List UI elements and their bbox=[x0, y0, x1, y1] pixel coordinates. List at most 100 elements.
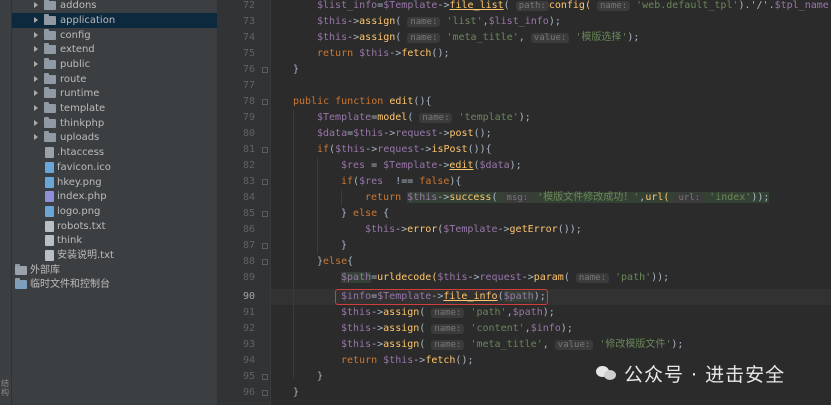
code-line-81: if($this->request->isPost()){ bbox=[317, 144, 492, 155]
line-number: 86 bbox=[242, 224, 255, 235]
structure-tab-label[interactable]: 结构 bbox=[1, 379, 10, 397]
fold-marker-icon[interactable] bbox=[262, 374, 268, 380]
fold-marker-icon[interactable] bbox=[262, 390, 268, 396]
code-line-88: }else{ bbox=[317, 256, 354, 267]
line-number: 85 bbox=[242, 208, 255, 219]
chevron-right-icon[interactable] bbox=[34, 134, 38, 140]
line-number: 72 bbox=[242, 0, 255, 11]
text-file-icon bbox=[45, 250, 54, 261]
tree-item-hkey[interactable]: hkey.png bbox=[12, 175, 217, 190]
fold-marker-icon[interactable] bbox=[262, 67, 268, 73]
indent-guide bbox=[341, 190, 342, 206]
code-line-92: $this->assign( name: 'content',$info); bbox=[341, 323, 573, 334]
chevron-right-icon[interactable] bbox=[34, 2, 38, 8]
code-line-79: $Template=model( name: 'template'); bbox=[317, 112, 531, 123]
code-line-74: $this->assign( name: 'meta_title', value… bbox=[317, 32, 640, 43]
fold-marker-icon[interactable] bbox=[262, 243, 268, 249]
text-file-icon bbox=[45, 235, 54, 246]
folder-icon bbox=[44, 58, 56, 69]
indent-guide bbox=[293, 110, 294, 378]
tree-item-label: route bbox=[60, 74, 87, 85]
left-tool-strip: 结构 bbox=[0, 0, 12, 405]
tree-item-runtime[interactable]: runtime bbox=[12, 86, 217, 101]
code-line-87: } bbox=[341, 240, 348, 251]
tree-item-scratches[interactable]: 临时文件和控制台 bbox=[12, 277, 217, 292]
watermark: 公众号 · 进击安全 bbox=[596, 360, 785, 386]
tree-item-label: think bbox=[57, 235, 83, 246]
code-line-85: } else { bbox=[341, 208, 390, 219]
line-number: 89 bbox=[242, 272, 255, 283]
chevron-right-icon[interactable] bbox=[34, 105, 38, 111]
tree-item-label: runtime bbox=[60, 88, 100, 99]
tree-item-index-php[interactable]: index.php bbox=[12, 189, 217, 204]
image-file-icon bbox=[45, 162, 54, 173]
chevron-right-icon[interactable] bbox=[34, 76, 38, 82]
tree-item-application[interactable]: application bbox=[12, 13, 217, 28]
tree-item-favicon[interactable]: favicon.ico bbox=[12, 160, 217, 175]
chevron-right-icon[interactable] bbox=[34, 90, 38, 96]
scratches-icon bbox=[15, 278, 27, 289]
line-number: 77 bbox=[242, 80, 255, 91]
annotation-highlight-box bbox=[335, 289, 548, 305]
tree-item-logo[interactable]: logo.png bbox=[12, 204, 217, 219]
code-line-95: } bbox=[317, 371, 324, 382]
code-line-86: $this->error($Template->getError()); bbox=[365, 224, 582, 235]
tree-item-htaccess[interactable]: .htaccess bbox=[12, 145, 217, 160]
line-number: 76 bbox=[242, 64, 255, 75]
folder-icon bbox=[44, 43, 56, 54]
tree-item-label: logo.png bbox=[57, 206, 101, 217]
tree-item-label: addons bbox=[60, 0, 97, 11]
fold-marker-icon[interactable] bbox=[262, 211, 268, 217]
tree-item-label: thinkphp bbox=[60, 118, 105, 129]
code-line-89: $path=urldecode($this->request->param( n… bbox=[341, 272, 670, 283]
code-editor[interactable]: $list_info=$Template->file_list( path: co… bbox=[271, 0, 831, 405]
folder-icon bbox=[44, 29, 56, 40]
folder-icon bbox=[44, 87, 56, 98]
tree-item-addons[interactable]: addons bbox=[12, 0, 217, 13]
tree-item-public[interactable]: public bbox=[12, 57, 217, 72]
chevron-right-icon[interactable] bbox=[34, 17, 38, 23]
text-file-icon bbox=[45, 221, 54, 232]
tree-item-thinkphp[interactable]: thinkphp bbox=[12, 116, 217, 131]
line-number: 80 bbox=[242, 128, 255, 139]
watermark-text: 公众号 · 进击安全 bbox=[624, 363, 786, 386]
line-number: 90 bbox=[242, 291, 255, 302]
code-line-96: } bbox=[293, 387, 300, 398]
tree-item-label: favicon.ico bbox=[57, 162, 111, 173]
line-number: 74 bbox=[242, 32, 255, 43]
code-line-73: $this->assign( name: 'list',$list_info); bbox=[317, 16, 561, 27]
code-line-84: return $this->success( msg: '模版文件修改成功！',… bbox=[365, 192, 770, 203]
chevron-right-icon[interactable] bbox=[34, 46, 38, 52]
code-line-93: $this->assign( name: 'meta_title', value… bbox=[341, 339, 684, 350]
folder-icon bbox=[44, 0, 56, 10]
chevron-right-icon[interactable] bbox=[34, 32, 38, 38]
tree-item-external-libraries[interactable]: 外部库 bbox=[12, 263, 217, 278]
chevron-right-icon[interactable] bbox=[34, 120, 38, 126]
line-number: 96 bbox=[242, 387, 255, 398]
tree-item-route[interactable]: route bbox=[12, 72, 217, 87]
tree-item-label: hkey.png bbox=[57, 177, 102, 188]
tree-item-think[interactable]: think bbox=[12, 233, 217, 248]
line-number: 75 bbox=[242, 48, 255, 59]
tree-item-robots[interactable]: robots.txt bbox=[12, 219, 217, 234]
code-line-82: $res = $Template->edit($data); bbox=[341, 160, 522, 171]
tree-item-config[interactable]: config bbox=[12, 28, 217, 43]
tree-item-uploads[interactable]: uploads bbox=[12, 130, 217, 145]
chevron-right-icon[interactable] bbox=[34, 61, 38, 67]
image-file-icon bbox=[45, 177, 54, 188]
tree-item-label: 临时文件和控制台 bbox=[30, 279, 110, 290]
fold-marker-icon[interactable] bbox=[262, 99, 268, 105]
line-number: 73 bbox=[242, 16, 255, 27]
fold-marker-icon[interactable] bbox=[262, 259, 268, 265]
line-number: 84 bbox=[242, 192, 255, 203]
line-number: 81 bbox=[242, 144, 255, 155]
tree-item-template[interactable]: template bbox=[12, 101, 217, 116]
fold-marker-icon[interactable] bbox=[262, 179, 268, 185]
tree-item-extend[interactable]: extend bbox=[12, 42, 217, 57]
fold-marker-icon[interactable] bbox=[262, 147, 268, 153]
line-number-gutter: 72 73 74 75 76 77 78 79 80 81 82 83 84 8… bbox=[217, 0, 271, 405]
tree-item-label: robots.txt bbox=[57, 221, 106, 232]
folder-icon bbox=[44, 73, 56, 84]
tree-item-install-notes[interactable]: 安装说明.txt bbox=[12, 248, 217, 263]
folder-icon bbox=[44, 14, 56, 25]
